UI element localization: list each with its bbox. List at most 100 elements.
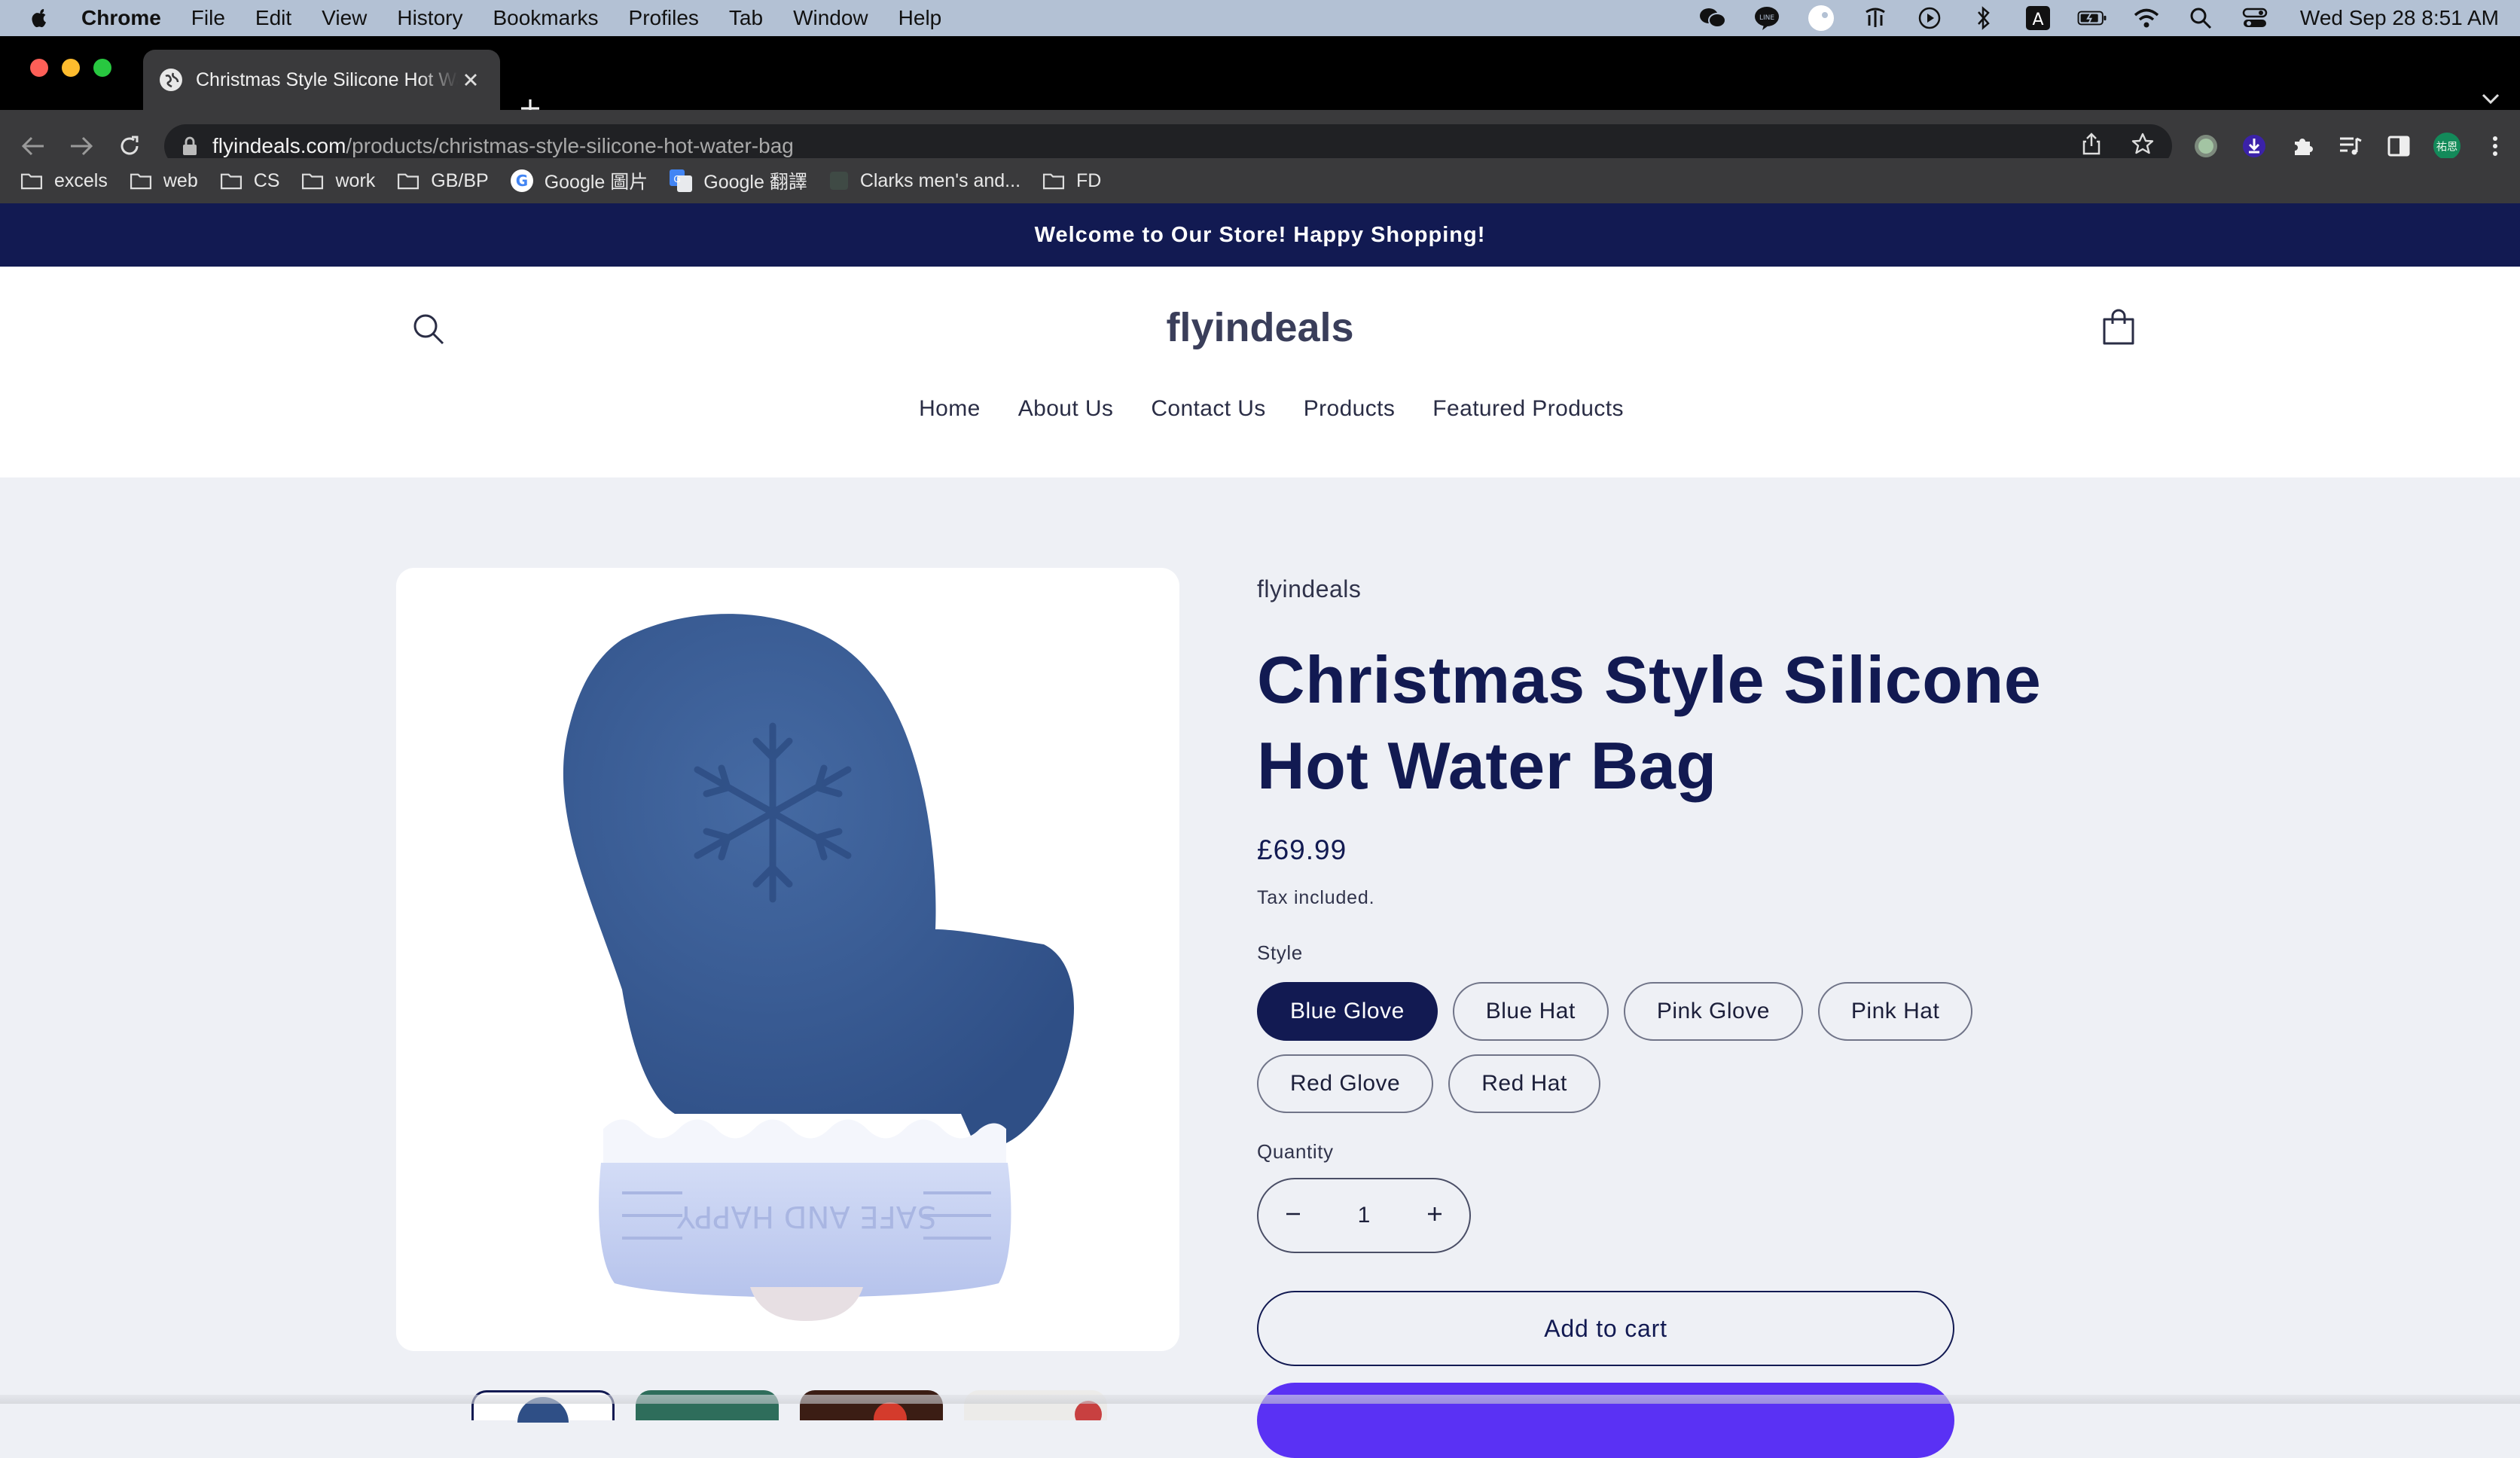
menu-view[interactable]: View xyxy=(322,6,367,30)
style-option-pink-hat[interactable]: Pink Hat xyxy=(1817,982,1973,1041)
style-option-red-hat[interactable]: Red Hat xyxy=(1448,1054,1600,1113)
close-tab-icon[interactable] xyxy=(458,67,484,93)
nav-about-us[interactable]: About Us xyxy=(1018,396,1114,422)
quantity-label: Quantity xyxy=(1257,1140,1334,1163)
buy-now-button[interactable] xyxy=(1257,1383,1954,1458)
share-icon[interactable] xyxy=(2082,132,2101,160)
spotlight-search-icon[interactable] xyxy=(2186,5,2216,32)
macos-menubar: Chrome File Edit View History Bookmarks … xyxy=(0,0,2520,36)
svg-text:LINE: LINE xyxy=(1759,14,1774,22)
menubar-status-area: LINE A Wed Sep 28 8:51 AM xyxy=(1698,5,2520,32)
profile-avatar[interactable]: 祐恩 xyxy=(2433,132,2461,160)
media-playlist-icon[interactable] xyxy=(2336,132,2365,160)
quantity-stepper: 1 xyxy=(1257,1178,1471,1253)
bookmark-label: CS xyxy=(253,169,280,191)
bookmark-label: FD xyxy=(1076,169,1102,191)
bookmark-google-translate[interactable]: G Google 翻譯 xyxy=(669,167,807,194)
bookmark-label: Google 翻譯 xyxy=(703,172,807,193)
menu-bookmarks[interactable]: Bookmarks xyxy=(493,6,598,30)
folder-icon xyxy=(130,173,151,190)
nav-home[interactable]: Home xyxy=(919,396,981,422)
tab-search-chevron-icon[interactable] xyxy=(2481,92,2500,109)
menu-history[interactable]: History xyxy=(397,6,462,30)
folder-icon xyxy=(220,173,242,190)
download-icon[interactable] xyxy=(2240,132,2268,160)
extension-circle-icon[interactable] xyxy=(2192,132,2220,160)
menu-edit[interactable]: Edit xyxy=(255,6,291,30)
wechat-icon[interactable] xyxy=(1698,5,1728,32)
input-source-icon[interactable]: A xyxy=(2023,5,2053,32)
close-window-button[interactable] xyxy=(30,59,48,77)
nav-featured-products[interactable]: Featured Products xyxy=(1432,396,1624,422)
style-option-blue-glove[interactable]: Blue Glove xyxy=(1257,982,1438,1041)
bookmark-excels[interactable]: excels xyxy=(20,170,108,192)
site-icon xyxy=(829,172,848,190)
cuff-embossed-text: SAFE AND HAPPY xyxy=(676,1199,936,1234)
line-icon[interactable]: LINE xyxy=(1752,5,1782,32)
add-to-cart-button[interactable]: Add to cart xyxy=(1257,1291,1954,1366)
puzzle-extensions-icon[interactable] xyxy=(2288,132,2317,160)
svg-text:A: A xyxy=(2032,11,2043,29)
globe-icon xyxy=(160,69,182,91)
bookmark-google-images[interactable]: G Google 圖片 xyxy=(510,167,648,194)
browser-tab-strip: Christmas Style Silicone Hot Water Bag xyxy=(0,36,2520,117)
bookmark-gb-bp[interactable]: GB/BP xyxy=(396,169,489,192)
cart-icon[interactable] xyxy=(2101,309,2136,346)
menubar-clock[interactable]: Wed Sep 28 8:51 AM xyxy=(2300,6,2499,30)
product-vendor[interactable]: flyindeals xyxy=(1257,575,1361,603)
style-options: Blue Glove Blue Hat Pink Glove Pink Hat … xyxy=(1257,982,2085,1113)
menu-file[interactable]: File xyxy=(191,6,225,30)
style-option-pink-glove[interactable]: Pink Glove xyxy=(1623,982,1803,1041)
extensions-bar: 祐恩 xyxy=(2192,132,2509,160)
product-price: £69.99 xyxy=(1257,834,1347,865)
bluetooth-icon[interactable] xyxy=(1969,5,1999,32)
bookmark-clarks[interactable]: Clarks men's and... xyxy=(828,170,1021,192)
side-panel-icon[interactable] xyxy=(2384,132,2413,160)
decrease-quantity-minus-icon[interactable] xyxy=(1284,1205,1302,1227)
nav-products[interactable]: Products xyxy=(1304,396,1396,422)
folder-icon xyxy=(302,173,324,190)
main-nav: Home About Us Contact Us Products Featur… xyxy=(0,396,2520,422)
bookmark-work[interactable]: work xyxy=(301,170,375,192)
mitten-hot-water-bag-image: SAFE AND HAPPY xyxy=(563,614,1074,1321)
product-title: Christmas Style Silicone Hot Water Bag xyxy=(1257,642,2042,803)
product-image-card[interactable]: SAFE AND HAPPY xyxy=(396,568,1179,1351)
announcement-bar: Welcome to Our Store! Happy Shopping! xyxy=(0,203,2520,267)
style-option-blue-hat[interactable]: Blue Hat xyxy=(1452,982,1609,1041)
folder-icon xyxy=(1042,173,1065,190)
palm-icon[interactable] xyxy=(1860,5,1890,32)
bookmark-web[interactable]: web xyxy=(129,170,198,192)
wifi-icon[interactable] xyxy=(2131,5,2162,32)
bookmark-label: web xyxy=(163,169,198,191)
minimize-window-button[interactable] xyxy=(62,59,80,77)
play-icon[interactable] xyxy=(1914,5,1945,32)
style-option-red-glove[interactable]: Red Glove xyxy=(1257,1054,1434,1113)
zoom-window-button[interactable] xyxy=(93,59,111,77)
bookmark-fd[interactable]: FD xyxy=(1042,170,1101,192)
bookmark-label: GB/BP xyxy=(431,169,489,191)
bookmark-cs[interactable]: CS xyxy=(219,169,280,192)
control-center-icon[interactable] xyxy=(2240,5,2270,32)
battery-icon[interactable] xyxy=(2077,5,2107,32)
nav-contact-us[interactable]: Contact Us xyxy=(1151,396,1265,422)
tab-title: Christmas Style Silicone Hot Water Bag xyxy=(196,69,458,90)
menu-app-name[interactable]: Chrome xyxy=(81,6,161,30)
apple-icon[interactable] xyxy=(29,5,51,31)
bookmark-star-icon[interactable] xyxy=(2131,133,2154,160)
chrome-menu-icon[interactable] xyxy=(2481,132,2509,160)
svg-text:祐恩: 祐恩 xyxy=(2436,141,2458,154)
menu-help[interactable]: Help xyxy=(898,6,942,30)
cloud-app-icon[interactable] xyxy=(1806,5,1836,32)
browser-tab-active[interactable]: Christmas Style Silicone Hot Water Bag xyxy=(143,50,500,110)
svg-text:G: G xyxy=(674,174,681,185)
page-bottom-shadow xyxy=(0,1395,2520,1404)
menu-profiles[interactable]: Profiles xyxy=(629,6,699,30)
increase-quantity-plus-icon[interactable] xyxy=(1426,1205,1444,1227)
bookmarks-bar: excels web CS work GB/BP G Google 圖片 G G… xyxy=(0,158,2520,203)
google-icon: G xyxy=(510,169,533,192)
store-logo[interactable]: flyindeals xyxy=(0,304,2520,351)
quantity-input[interactable]: 1 xyxy=(1358,1203,1371,1228)
menu-tab[interactable]: Tab xyxy=(729,6,763,30)
lock-icon[interactable] xyxy=(182,136,197,156)
menu-window[interactable]: Window xyxy=(793,6,868,30)
